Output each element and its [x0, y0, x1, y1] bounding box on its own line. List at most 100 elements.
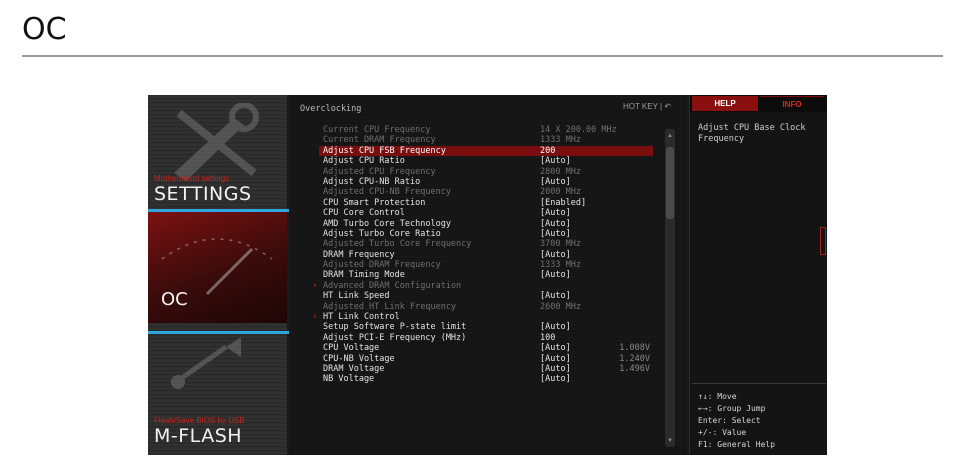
setting-label: Adjusted CPU-NB Frequency: [323, 187, 451, 198]
tools-icon: [174, 103, 259, 181]
setting-row[interactable]: Adjust PCI-E Frequency (MHz) 100: [289, 333, 673, 343]
setting-row[interactable]: Adjust CPU Ratio [Auto]: [289, 156, 673, 166]
setting-row: Current CPU Frequency 14 X 200.00 MHz: [289, 125, 673, 135]
setting-label: Current CPU Frequency: [323, 125, 431, 135]
setting-label: Adjust CPU Ratio: [323, 156, 405, 167]
setting-label: HT Link Speed: [323, 291, 390, 302]
setting-value[interactable]: 200: [540, 146, 555, 156]
nav-settings-title: SETTINGS: [154, 183, 252, 205]
setting-label: Current DRAM Frequency: [323, 135, 436, 146]
setting-label: Adjust CPU-NB Ratio: [323, 176, 421, 187]
setting-label: Advanced DRAM Configuration: [323, 280, 462, 291]
scroll-thumb[interactable]: [666, 147, 674, 219]
scroll-up-icon[interactable]: ▲: [667, 133, 673, 139]
setting-label: AMD Turbo Core Technology: [323, 218, 451, 229]
doc-rule: [22, 55, 943, 57]
key-legend: ↑↓: Move ←→: Group Jump Enter: Select +/-: …: [698, 391, 775, 451]
setting-row: Adjusted CPU Frequency 2800 MHz: [289, 167, 673, 177]
setting-label: CPU Voltage: [323, 343, 380, 354]
setting-row[interactable]: Adjust CPU-NB Ratio [Auto]: [289, 177, 673, 187]
bios-window: Motherboard settings SETTINGS OC Flash/S…: [148, 95, 827, 455]
setting-row[interactable]: CPU-NB Voltage 1.240V [Auto]: [289, 354, 673, 364]
nav-settings[interactable]: Motherboard settings SETTINGS: [148, 95, 287, 211]
key-legend-item: F1: General Help: [698, 440, 776, 449]
setting-row[interactable]: Setup Software P-state limit [Auto]: [289, 322, 673, 332]
setting-row[interactable]: CPU Core Control [Auto]: [289, 208, 673, 218]
arrow-right-icon: ›: [312, 312, 318, 323]
settings-panel: Overclocking HOT KEY | ↶ Current CPU Fre…: [289, 95, 687, 455]
setting-label: DRAM Voltage: [323, 363, 385, 374]
setting-row[interactable]: CPU Voltage 1.008V [Auto]: [289, 343, 673, 353]
setting-label: DRAM Timing Mode: [323, 270, 405, 281]
setting-label: Adjust PCI-E Frequency (MHz): [323, 332, 467, 343]
scroll-down-icon[interactable]: ▼: [667, 438, 673, 444]
setting-label: Adjusted Turbo Core Frequency: [323, 239, 472, 250]
help-tabbar: HELP INFO: [690, 95, 827, 112]
setting-value[interactable]: [Auto]: [540, 177, 571, 187]
oc-highlight-frame: [148, 209, 293, 334]
setting-value[interactable]: [Auto]: [540, 291, 571, 301]
setting-label: Adjusted HT Link Frequency: [323, 301, 457, 312]
setting-row[interactable]: NB Voltage [Auto]: [289, 374, 673, 384]
setting-row: Current DRAM Frequency 1333 MHz: [289, 135, 673, 145]
setting-row[interactable]: DRAM Voltage 1.496V [Auto]: [289, 364, 673, 374]
nav-mflash-title: M-FLASH: [154, 425, 243, 447]
setting-label: CPU Smart Protection: [323, 197, 426, 208]
help-separator: [692, 383, 826, 384]
nav-mflash[interactable]: Flash/Save BIOS by USB M-FLASH: [148, 323, 287, 455]
setting-value: 2600 MHz: [540, 301, 581, 312]
key-legend-item: ↑↓: Move: [698, 392, 737, 401]
setting-value: 2800 MHz: [540, 166, 581, 177]
setting-label: NB Voltage: [323, 374, 375, 385]
setting-value[interactable]: [Auto]: [540, 364, 571, 374]
setting-row[interactable]: Adjust CPU FSB Frequency 200: [319, 145, 653, 157]
setting-row: Adjusted HT Link Frequency 2600 MHz: [289, 302, 673, 312]
setting-row[interactable]: CPU Smart Protection [Enabled]: [289, 198, 673, 208]
setting-value: 1333 MHz: [540, 260, 581, 271]
side-scroll-marker[interactable]: [820, 227, 826, 255]
setting-label: Adjusted CPU Frequency: [323, 166, 436, 177]
setting-value[interactable]: [Auto]: [540, 250, 571, 260]
setting-value[interactable]: [Auto]: [540, 208, 571, 218]
setting-row[interactable]: › HT Link Control: [289, 312, 673, 322]
setting-value[interactable]: 100: [540, 333, 555, 343]
setting-value[interactable]: [Auto]: [540, 322, 571, 332]
scrollbar[interactable]: ▲ ▼: [665, 129, 675, 447]
key-legend-item: +/-: Value: [698, 428, 747, 437]
setting-label: HT Link Control: [323, 312, 400, 323]
setting-label: DRAM Frequency: [323, 249, 395, 260]
left-nav: Motherboard settings SETTINGS OC Flash/S…: [148, 95, 293, 455]
panel-title: Overclocking: [300, 104, 362, 114]
setting-value: 1333 MHz: [540, 135, 581, 146]
setting-row[interactable]: AMD Turbo Core Technology [Auto]: [289, 219, 673, 229]
help-description: Adjust CPU Base Clock Frequency: [698, 123, 806, 144]
setting-row[interactable]: DRAM Frequency [Auto]: [289, 250, 673, 260]
setting-value[interactable]: [Auto]: [540, 374, 571, 384]
setting-row: Adjusted CPU-NB Frequency 2000 MHz: [289, 187, 673, 197]
tab-help[interactable]: HELP: [692, 96, 758, 111]
setting-row[interactable]: DRAM Timing Mode [Auto]: [289, 270, 673, 280]
setting-value[interactable]: [Auto]: [540, 343, 571, 353]
setting-label: CPU Core Control: [323, 208, 405, 219]
setting-value[interactable]: [Auto]: [540, 156, 571, 166]
setting-row[interactable]: Adjust Turbo Core Ratio [Auto]: [289, 229, 673, 239]
key-legend-item: Enter: Select: [698, 416, 761, 425]
setting-row[interactable]: HT Link Speed [Auto]: [289, 291, 673, 301]
help-panel: HELP INFO Adjust CPU Base Clock Frequenc…: [689, 95, 827, 455]
nav-settings-subtitle: Motherboard settings: [154, 174, 230, 183]
setting-value: 3700 MHz: [540, 239, 581, 250]
usb-icon: [171, 337, 241, 389]
tab-info[interactable]: INFO: [760, 96, 824, 112]
setting-row: Adjusted Turbo Core Frequency 3700 MHz: [289, 239, 673, 249]
setting-value[interactable]: [Enabled]: [540, 198, 586, 208]
hotkey-button[interactable]: HOT KEY | ↶: [623, 102, 671, 111]
setting-value[interactable]: [Auto]: [540, 270, 571, 280]
setting-value[interactable]: [Auto]: [540, 219, 571, 229]
setting-label: Setup Software P-state limit: [323, 322, 467, 333]
setting-label: Adjust Turbo Core Ratio: [323, 228, 441, 239]
setting-value[interactable]: [Auto]: [540, 354, 571, 364]
nav-mflash-subtitle: Flash/Save BIOS by USB: [154, 416, 245, 425]
setting-label: CPU-NB Voltage: [323, 353, 395, 364]
setting-value[interactable]: [Auto]: [540, 229, 571, 239]
setting-value: 14 X 200.00 MHz: [540, 125, 617, 135]
